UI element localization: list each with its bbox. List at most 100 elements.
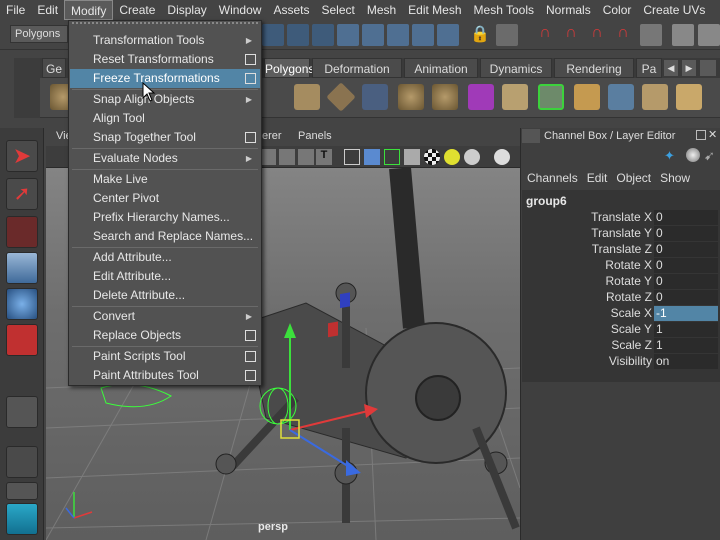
attr-label[interactable]: Translate Z xyxy=(522,241,652,257)
attr-label[interactable]: Translate Y xyxy=(522,225,652,241)
rotate-tool-icon[interactable] xyxy=(6,288,38,320)
last-tool-icon[interactable] xyxy=(6,396,38,428)
attr-value[interactable]: 0 xyxy=(654,242,718,257)
menu-create-uvs[interactable]: Create UVs xyxy=(637,0,711,20)
close-panel-icon[interactable]: ✕ xyxy=(708,128,717,141)
menu-mesh[interactable]: Mesh xyxy=(361,0,402,20)
cb-menu-edit[interactable]: Edit xyxy=(582,168,612,188)
panel-tab-handle[interactable] xyxy=(522,129,540,143)
texture-icon[interactable] xyxy=(404,149,420,165)
option-box-icon[interactable] xyxy=(245,54,256,65)
history-icon[interactable] xyxy=(640,24,662,46)
menu-edit[interactable]: Edit xyxy=(31,0,64,20)
attr-value[interactable]: 0 xyxy=(654,258,718,273)
menu-display[interactable]: Display xyxy=(161,0,212,20)
snap-live-icon[interactable]: ∩ xyxy=(612,24,634,46)
option-box-icon[interactable] xyxy=(245,132,256,143)
layout-single-icon[interactable] xyxy=(6,446,38,478)
menu-item[interactable]: Search and Replace Names... xyxy=(70,227,260,246)
selection-highlight-icon[interactable] xyxy=(384,149,400,165)
menu-select[interactable]: Select xyxy=(315,0,360,20)
menu-modify[interactable]: Modify xyxy=(64,0,114,20)
poly-uv-icon[interactable] xyxy=(676,84,702,110)
attr-value[interactable]: 0 xyxy=(654,226,718,241)
attr-label[interactable]: Scale X xyxy=(522,305,652,321)
attr-value[interactable]: 1 xyxy=(654,338,718,353)
menu-item[interactable]: Transformation Tools ▶ xyxy=(70,31,260,50)
menu-window[interactable]: Window xyxy=(213,0,268,20)
menu-item-highlighted[interactable]: Freeze Transformations xyxy=(70,69,260,88)
menu-item[interactable]: Make Live xyxy=(70,170,260,189)
tab-pa[interactable]: Pa xyxy=(636,58,662,78)
lock-icon[interactable]: 🔒 xyxy=(470,24,490,46)
menu-item[interactable]: Reset Transformations xyxy=(70,50,260,69)
poly-cube-icon[interactable] xyxy=(642,84,668,110)
poly-extrude-icon[interactable] xyxy=(362,84,388,110)
magnet-icon[interactable]: ∩ xyxy=(534,24,556,46)
poly-combine-icon[interactable] xyxy=(432,84,458,110)
poly-smooth-icon[interactable] xyxy=(398,84,424,110)
shelf-scroll-left-icon[interactable]: ◀ xyxy=(664,60,678,76)
menu-normals[interactable]: Normals xyxy=(540,0,597,20)
snap-grid-icon[interactable] xyxy=(337,24,359,46)
lasso-tool-icon[interactable]: ➚ xyxy=(6,178,38,210)
shadows-icon[interactable] xyxy=(464,149,480,165)
attr-value[interactable]: 1 xyxy=(654,322,718,337)
menu-item[interactable]: Snap Together Tool xyxy=(70,128,260,147)
select-tool-icon[interactable]: ➤ xyxy=(6,140,38,172)
attr-label[interactable]: Rotate X xyxy=(522,257,652,273)
attr-label[interactable]: Scale Z xyxy=(522,337,652,353)
checker-icon[interactable] xyxy=(424,149,440,165)
menu-item[interactable]: Edit Attribute... xyxy=(70,267,260,286)
attribute-editor-icon[interactable]: ➹ xyxy=(704,148,715,164)
attr-label[interactable]: Visibility xyxy=(522,353,652,369)
poly-wedge-icon[interactable] xyxy=(502,84,528,110)
cb-menu-show[interactable]: Show xyxy=(655,168,694,188)
cb-menu-object[interactable]: Object xyxy=(611,168,655,188)
make-live-icon[interactable] xyxy=(437,24,459,46)
snap-point-icon[interactable] xyxy=(387,24,409,46)
cb-menu-channels[interactable]: Channels xyxy=(522,168,582,188)
scale-tool-icon[interactable] xyxy=(6,324,38,356)
menu-edit-mesh[interactable]: Edit Mesh xyxy=(402,0,467,20)
tab-rendering[interactable]: Rendering xyxy=(554,58,634,78)
option-box-icon[interactable] xyxy=(245,73,256,84)
attr-value[interactable]: 0 xyxy=(654,274,718,289)
layout-four-icon[interactable] xyxy=(6,482,38,500)
select-hierarchy-icon[interactable] xyxy=(262,24,284,46)
wireframe-icon[interactable] xyxy=(260,149,276,165)
shaded-icon[interactable] xyxy=(364,149,380,165)
selected-object-name[interactable]: group6 xyxy=(526,194,567,208)
option-box-icon[interactable] xyxy=(245,351,256,362)
channel-selector-icon[interactable]: ✦ xyxy=(664,148,678,163)
attr-value[interactable]: on xyxy=(654,354,718,369)
text-display-icon[interactable]: T xyxy=(316,149,332,165)
menu-assets[interactable]: Assets xyxy=(267,0,315,20)
menu-item[interactable]: Align Tool xyxy=(70,109,260,128)
move-tool-icon[interactable] xyxy=(6,252,38,284)
attr-value[interactable]: 0 xyxy=(654,290,718,305)
attr-label[interactable]: Translate X xyxy=(522,209,652,225)
attr-value[interactable]: 0 xyxy=(654,210,718,225)
menu-item[interactable]: Convert ▶ xyxy=(70,307,260,326)
snap-view-icon[interactable] xyxy=(412,24,434,46)
grid-toggle-icon[interactable] xyxy=(279,149,295,165)
attr-value-selected[interactable]: -1 xyxy=(654,306,718,321)
menu-color[interactable]: Color xyxy=(597,0,638,20)
select-highlight-icon[interactable] xyxy=(496,24,518,46)
poly-cylinder-icon[interactable] xyxy=(294,84,320,110)
tab-polygons[interactable]: Polygons xyxy=(264,58,314,78)
menu-item[interactable]: Paint Attributes Tool xyxy=(70,366,260,385)
snap-magnet-icon[interactable]: ∩ xyxy=(560,24,582,46)
snap-curve-icon[interactable] xyxy=(362,24,384,46)
menu-item[interactable]: Prefix Hierarchy Names... xyxy=(70,208,260,227)
menu-create[interactable]: Create xyxy=(113,0,161,20)
shelf-menu-handle[interactable] xyxy=(14,58,40,118)
mode-selector[interactable]: Polygons xyxy=(10,25,68,43)
menu-item[interactable]: Replace Objects xyxy=(70,326,260,345)
menu-item[interactable]: Paint Scripts Tool xyxy=(70,347,260,366)
poly-split-icon[interactable] xyxy=(574,84,600,110)
float-panel-icon[interactable] xyxy=(696,130,706,140)
tab-general[interactable]: Ge xyxy=(42,58,66,78)
menu-item[interactable]: Center Pivot xyxy=(70,189,260,208)
